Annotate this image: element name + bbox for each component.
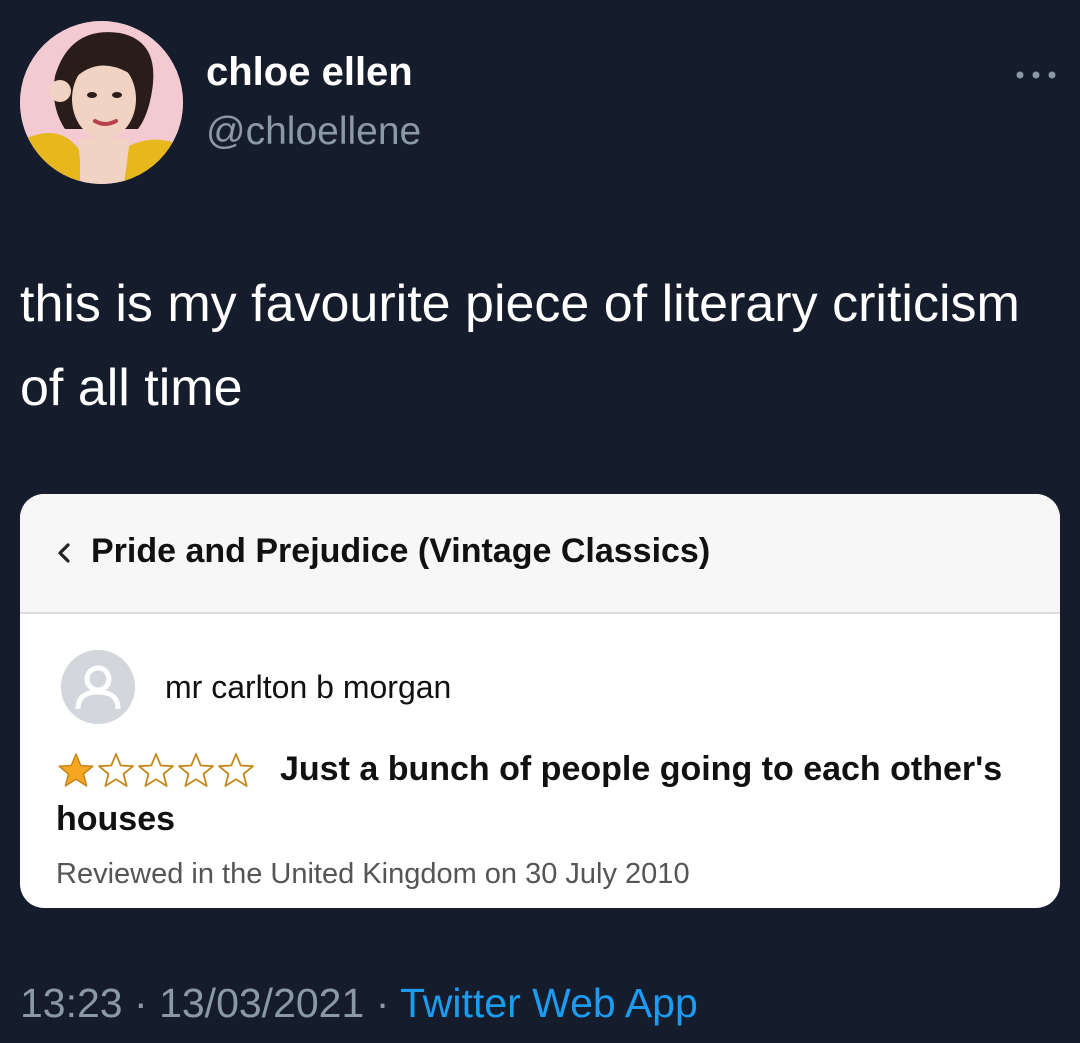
tweet-metadata: 13:23 · 13/03/2021 · Twitter Web App: [20, 980, 698, 1027]
review-card-header: Pride and Prejudice (Vintage Classics): [20, 494, 1060, 614]
author-display-name[interactable]: chloe ellen: [206, 50, 413, 95]
review-title: Just a bunch of people going to each oth…: [56, 750, 1003, 838]
reviewer-avatar-icon: [61, 650, 135, 724]
chevron-left-icon[interactable]: [55, 542, 73, 564]
tweet-date[interactable]: 13/03/2021: [159, 980, 364, 1026]
book-title[interactable]: Pride and Prejudice (Vintage Classics): [91, 532, 710, 571]
review-card: Pride and Prejudice (Vintage Classics) m…: [20, 494, 1060, 908]
more-dots-icon[interactable]: [1013, 64, 1059, 86]
tweet-source-link[interactable]: Twitter Web App: [400, 980, 698, 1026]
author-avatar[interactable]: [20, 21, 183, 184]
review-date: Reviewed in the United Kingdom on 30 Jul…: [56, 858, 690, 890]
tweet-time[interactable]: 13:23: [20, 980, 123, 1026]
separator-dot: ·: [134, 980, 148, 1026]
tweet-text: this is my favourite piece of literary c…: [20, 275, 1020, 417]
reviewer-name[interactable]: mr carlton b morgan: [165, 669, 451, 706]
author-handle[interactable]: @chloellene: [206, 110, 421, 154]
separator-dot: ·: [375, 980, 390, 1026]
